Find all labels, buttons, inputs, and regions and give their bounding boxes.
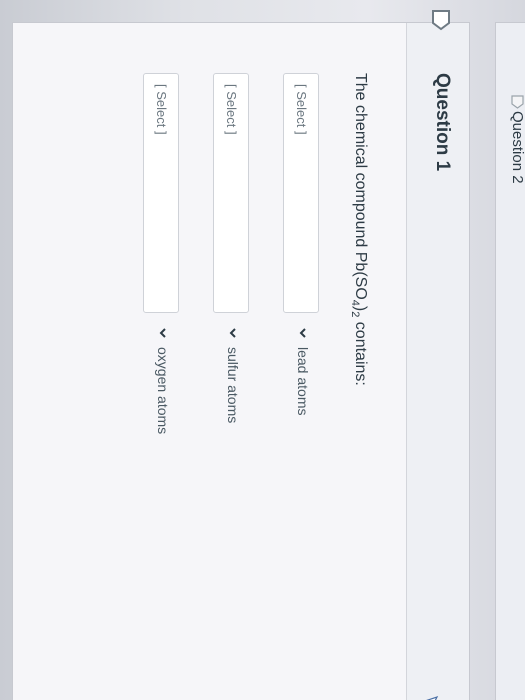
select-value: [ Select ] — [224, 84, 239, 135]
answer-label-lead: lead atoms — [295, 347, 311, 416]
answer-select-sulfur[interactable]: [ Select ] — [213, 73, 249, 313]
answer-select-lead[interactable]: [ Select ] — [283, 73, 319, 313]
select-value: [ Select ] — [154, 84, 169, 135]
prompt-text: The chemical compound Pb(SO — [352, 73, 369, 300]
question-2-title: Question 2 — [509, 111, 525, 184]
chevron-down-icon[interactable] — [157, 327, 169, 339]
answer-label-sulfur: sulfur atoms — [225, 347, 241, 424]
question-2-card: Question 2 — [495, 22, 525, 700]
question-title: Question 1 — [432, 73, 453, 172]
select-value: [ Select ] — [294, 84, 309, 135]
flag-icon[interactable] — [511, 95, 524, 109]
question-header: Question 1 — [406, 10, 469, 700]
answer-select-oxygen[interactable]: [ Select ] — [143, 73, 179, 313]
chevron-down-icon[interactable] — [297, 327, 309, 339]
question-prompt: The chemical compound Pb(SO4)2 contains: — [349, 73, 369, 386]
flag-icon[interactable] — [431, 9, 451, 31]
quiz-view: Question 2 Question 1 The chemical compo… — [0, 0, 525, 700]
answer-label-oxygen: oxygen atoms — [155, 347, 171, 435]
chevron-down-icon[interactable] — [227, 327, 239, 339]
screen: Question 2 Question 1 The chemical compo… — [0, 0, 525, 700]
cursor-icon — [423, 695, 439, 700]
question-1-card: Question 1 The chemical compound Pb(SO4)… — [12, 10, 470, 700]
prompt-text: contains: — [352, 317, 369, 386]
